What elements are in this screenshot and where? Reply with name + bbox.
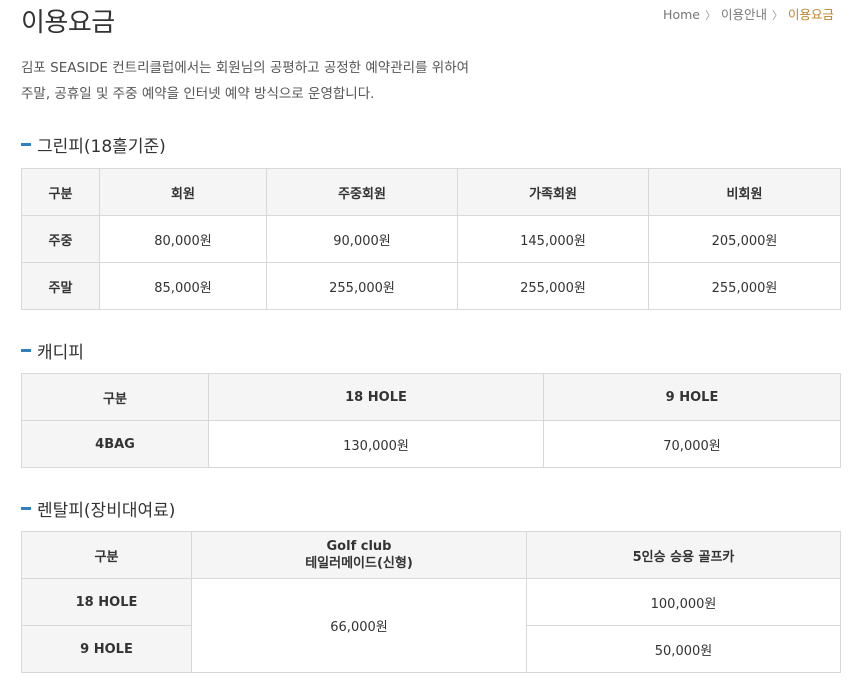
page-title: 이용요금: [21, 8, 115, 38]
table-header-row: 구분 18 HOLE 9 HOLE: [21, 373, 841, 421]
table-header-row: 구분 회원 주중회원 가족회원 비회원: [21, 168, 841, 216]
row-label: 주중: [21, 215, 100, 263]
green-fee-title: 그린피(18홀기준): [37, 137, 166, 157]
rental-fee-table: 구분 Golf club 테일러메이드(신형) 5인승 승용 골프카 18 HO…: [21, 531, 841, 673]
table-cell: 255,000원: [266, 262, 458, 310]
table-header-cell: 18 HOLE: [208, 373, 544, 421]
table-cell: 70,000원: [543, 420, 841, 468]
row-label: 주말: [21, 262, 100, 310]
table-row: 4BAG 130,000원 70,000원: [21, 420, 841, 468]
table-header-cell: 비회원: [648, 168, 841, 216]
table-header-cell: 5인승 승용 골프카: [526, 531, 841, 579]
table-cell: 130,000원: [208, 420, 544, 468]
intro-line-1: 김포 SEASIDE 컨트리클럽에서는 회원님의 공평하고 공정한 예약관리를 …: [21, 60, 470, 76]
table-header-cell: 구분: [21, 168, 100, 216]
section-bar-icon: [21, 507, 31, 510]
table-header-cell: 회원: [99, 168, 267, 216]
chevron-right-icon: 〉: [771, 9, 783, 22]
table-cell: 255,000원: [457, 262, 649, 310]
breadcrumb-current: 이용요금: [787, 7, 834, 22]
table-cell: 50,000원: [526, 625, 841, 673]
table-row: 주중 80,000원 90,000원 145,000원 205,000원: [21, 215, 841, 263]
caddie-fee-table: 구분 18 HOLE 9 HOLE 4BAG 130,000원 70,000원: [21, 373, 841, 468]
section-bar-icon: [21, 349, 31, 352]
table-cell: 66,000원: [191, 578, 527, 673]
section-title-green-fee: 그린피(18홀기준): [21, 132, 166, 157]
table-header-cell: 구분: [21, 373, 209, 421]
row-label: 4BAG: [21, 420, 209, 468]
table-header-row: 구분 Golf club 테일러메이드(신형) 5인승 승용 골프카: [21, 531, 841, 579]
breadcrumb-parent-link[interactable]: 이용안내: [721, 7, 767, 22]
section-title-rental-fee: 렌탈피(장비대여료): [21, 496, 175, 521]
caddie-fee-title: 캐디피: [37, 343, 84, 363]
table-cell: 255,000원: [648, 262, 841, 310]
header-line: Golf club: [326, 539, 392, 554]
table-row: 주말 85,000원 255,000원 255,000원 255,000원: [21, 262, 841, 310]
section-bar-icon: [21, 143, 31, 146]
rental-fee-title: 렌탈피(장비대여료): [37, 501, 176, 521]
row-label: 18 HOLE: [21, 578, 192, 626]
table-header-cell: 가족회원: [457, 168, 649, 216]
breadcrumb: Home 〉 이용안내 〉 이용요금: [663, 4, 834, 23]
table-header-cell: 9 HOLE: [543, 373, 841, 421]
table-header-cell-golf-club: Golf club 테일러메이드(신형): [191, 531, 527, 579]
section-title-caddie-fee: 캐디피: [21, 338, 84, 363]
intro-text: 김포 SEASIDE 컨트리클럽에서는 회원님의 공평하고 공정한 예약관리를 …: [21, 55, 469, 107]
table-cell: 205,000원: [648, 215, 841, 263]
table-cell: 90,000원: [266, 215, 458, 263]
table-cell: 100,000원: [526, 578, 841, 626]
chevron-right-icon: 〉: [704, 9, 716, 22]
breadcrumb-home-link[interactable]: Home: [663, 7, 700, 22]
table-cell: 80,000원: [99, 215, 267, 263]
table-cell: 145,000원: [457, 215, 649, 263]
header-line: 테일러메이드(신형): [305, 556, 413, 571]
green-fee-table: 구분 회원 주중회원 가족회원 비회원 주중 80,000원 90,000원 1…: [21, 168, 841, 310]
intro-line-2: 주말, 공휴일 및 주중 예약을 인터넷 예약 방식으로 운영합니다.: [21, 86, 375, 102]
table-cell: 85,000원: [99, 262, 267, 310]
row-label: 9 HOLE: [21, 625, 192, 673]
table-row: 18 HOLE 66,000원 100,000원: [21, 578, 841, 673]
table-header-cell: 주중회원: [266, 168, 458, 216]
table-header-cell: 구분: [21, 531, 192, 579]
